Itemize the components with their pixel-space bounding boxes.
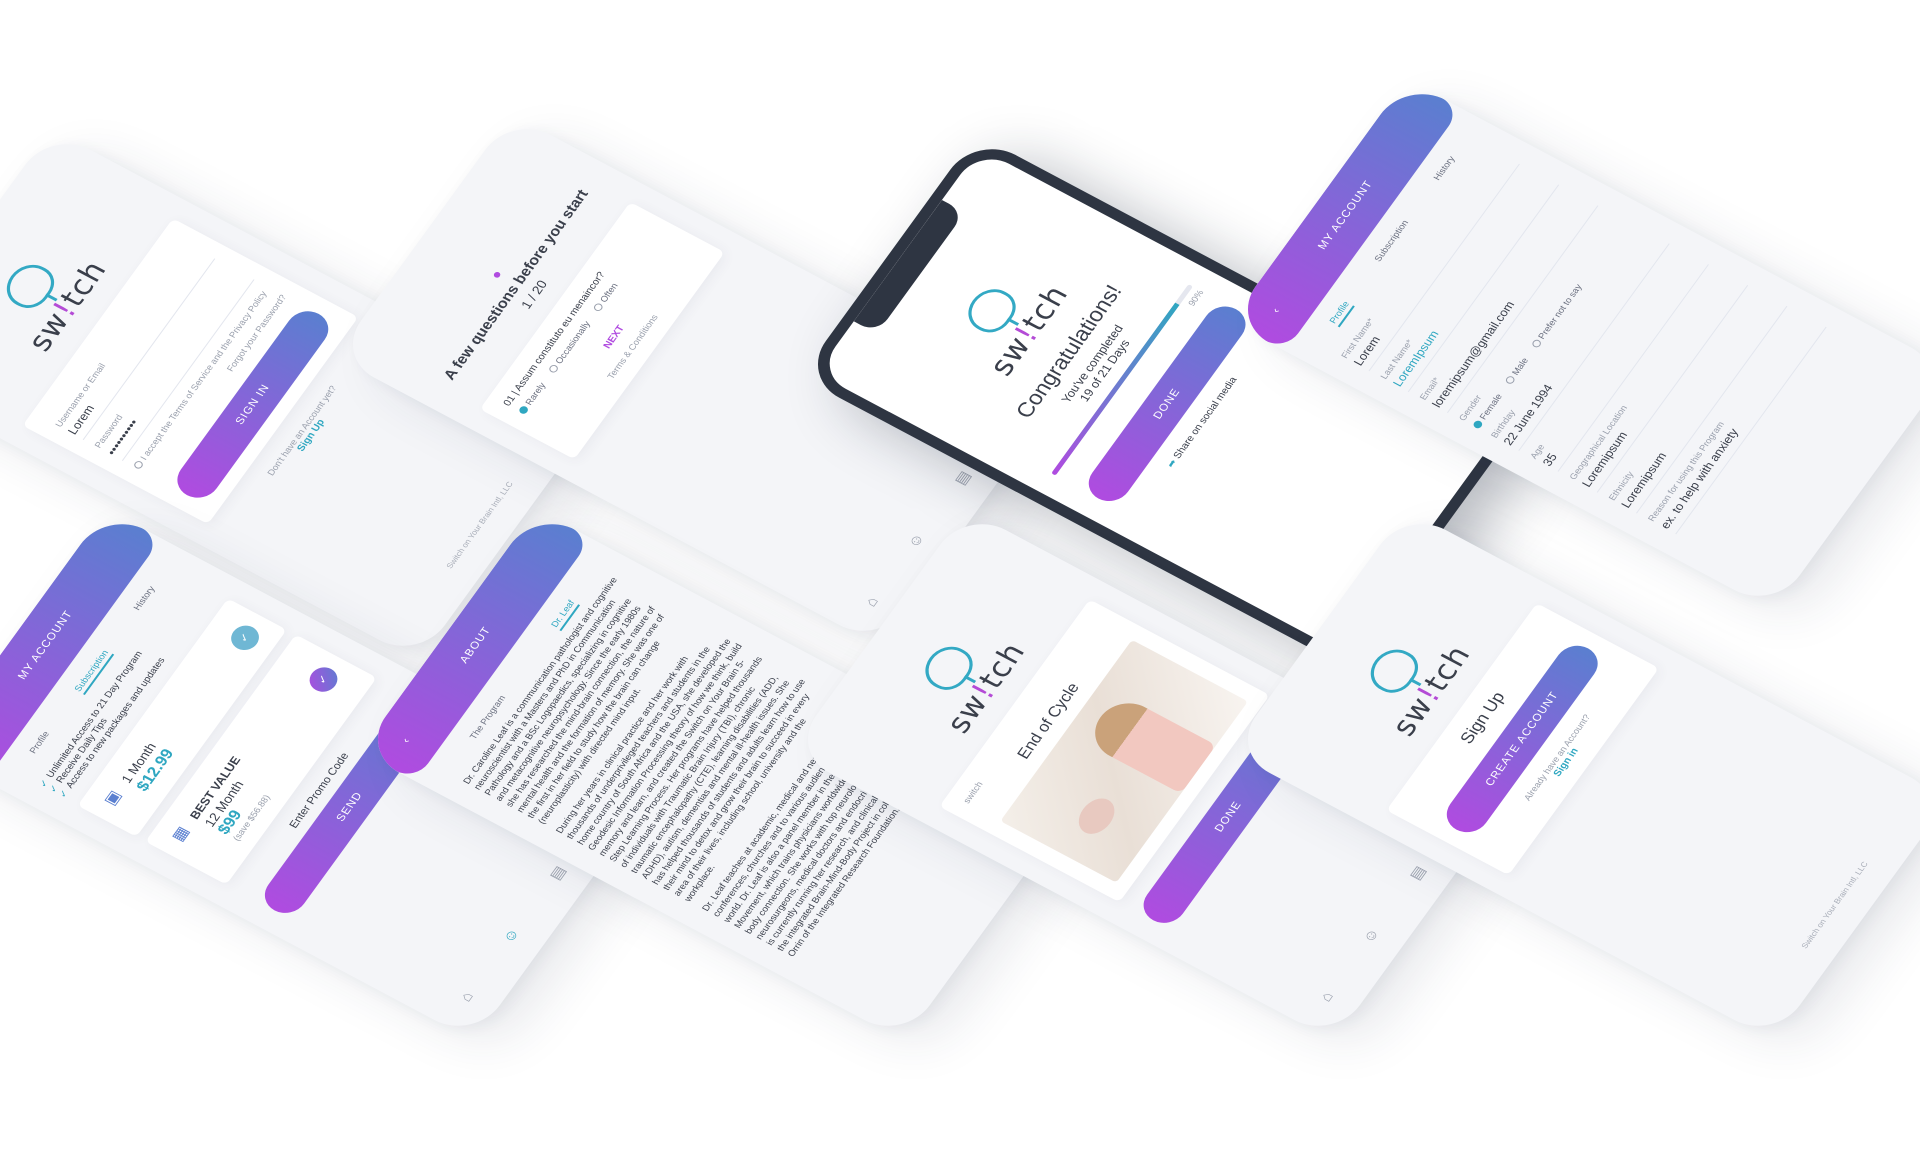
user-icon[interactable]: ☺ (904, 530, 929, 551)
calendar-icon: ▣ (101, 787, 126, 809)
home-icon[interactable]: ⌂ (457, 989, 478, 1005)
tab-history[interactable]: History (131, 584, 160, 613)
tab-subscription[interactable]: Subscription (1372, 218, 1414, 265)
radio-icon (1504, 374, 1517, 386)
back-icon[interactable]: ‹ (1248, 294, 1306, 327)
tab-profile[interactable]: Profile (27, 730, 54, 757)
back-icon[interactable]: ‹ (378, 724, 436, 757)
company-footer: Switch on Your Brain Intl, LLC (1799, 860, 1870, 951)
radio-selected-icon (1471, 419, 1484, 430)
book-icon[interactable]: ▤ (950, 468, 974, 488)
radio-icon (592, 302, 605, 313)
home-icon[interactable]: ⌂ (862, 594, 883, 610)
radio-icon (1530, 338, 1543, 350)
check-icon: ✓ (56, 788, 72, 800)
mockup-stage: sw!tch Username or Email Lorem Password … (0, 0, 1920, 1167)
user-icon[interactable]: ☺ (499, 925, 524, 946)
calendar-icon: ▦ (168, 823, 193, 845)
user-icon[interactable]: ☺ (1359, 925, 1384, 946)
radio-icon (547, 363, 560, 374)
next-button[interactable]: NEXT (544, 244, 685, 430)
back-icon[interactable]: ‹ (0, 724, 6, 757)
brain-model-image (1071, 792, 1122, 840)
book-icon[interactable]: ▤ (545, 863, 569, 883)
terms-link[interactable]: Terms & Conditions (562, 254, 703, 440)
home-icon[interactable]: ⌂ (1317, 989, 1338, 1005)
radio-selected-icon (517, 404, 530, 416)
tab-history[interactable]: History (1431, 154, 1460, 183)
book-icon[interactable]: ▤ (1405, 863, 1429, 883)
presenter-image (1082, 692, 1217, 794)
checkbox-icon (132, 459, 145, 470)
tab-profile[interactable]: Profile (1327, 299, 1355, 327)
